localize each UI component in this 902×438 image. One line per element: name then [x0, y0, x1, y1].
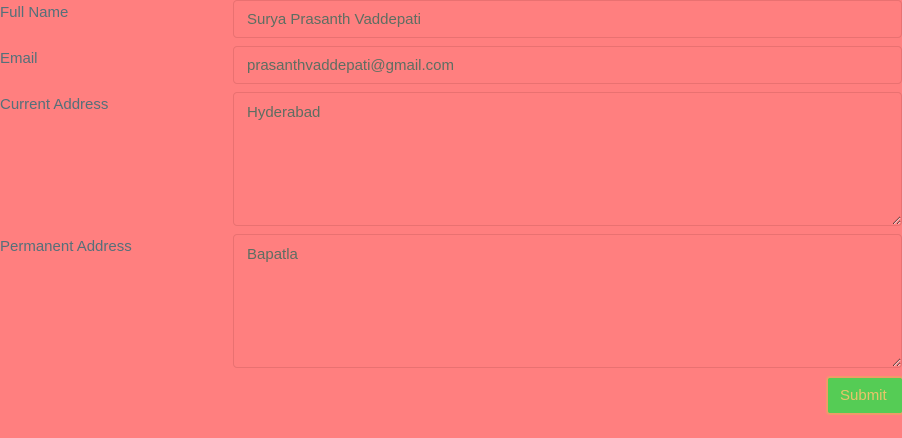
submit-button[interactable]: Submit	[826, 376, 902, 415]
full-name-label: Full Name	[0, 4, 69, 21]
permanent-address-textarea[interactable]: Bapatla	[233, 234, 902, 368]
current-address-label: Current Address	[0, 96, 109, 113]
email-label: Email	[0, 50, 38, 67]
permanent-address-label: Permanent Address	[0, 238, 132, 255]
current-address-textarea[interactable]: Hyderabad	[233, 92, 902, 226]
email-input[interactable]	[233, 46, 902, 84]
full-name-input[interactable]	[233, 0, 902, 38]
